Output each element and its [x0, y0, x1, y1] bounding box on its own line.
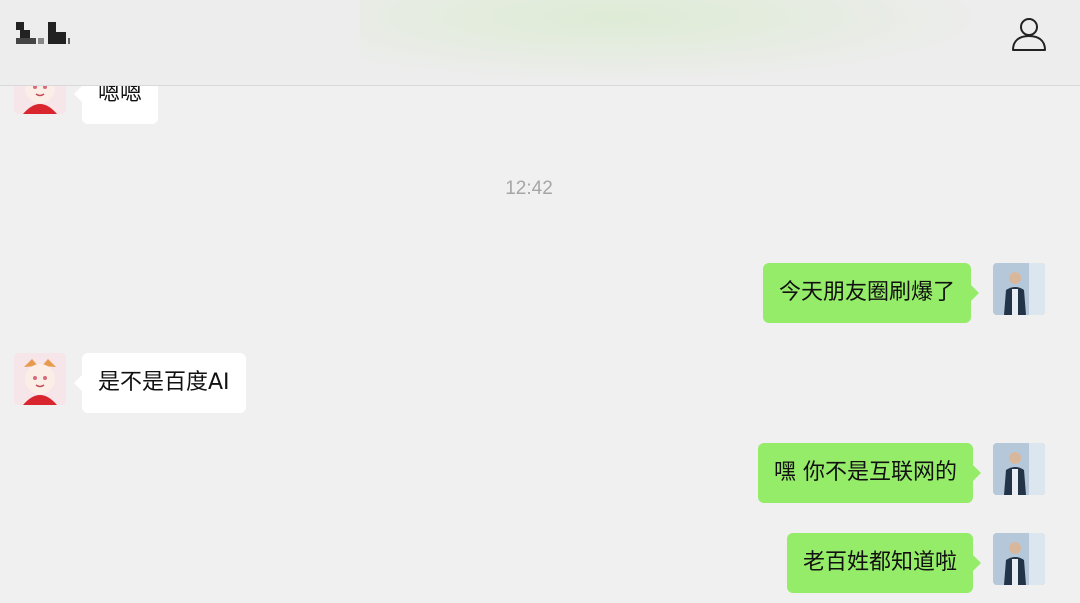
message-timestamp: 12:42	[505, 178, 553, 199]
cartoon-avatar-icon	[14, 86, 66, 114]
outgoing-message[interactable]: 今天朋友圈刷爆了	[763, 263, 980, 323]
person-icon	[1012, 18, 1046, 51]
my-avatar[interactable]	[993, 263, 1045, 315]
contact-profile-button[interactable]	[1010, 16, 1048, 52]
header-blurred-area	[360, 0, 1000, 84]
person-photo-avatar-icon	[993, 443, 1045, 495]
contact-avatar[interactable]	[14, 353, 66, 405]
incoming-message[interactable]: 嗯嗯	[73, 86, 159, 124]
incoming-message[interactable]: 是不是百度AI	[74, 353, 246, 413]
outgoing-message[interactable]: 老百姓都知道啦	[787, 533, 982, 593]
message-list[interactable]: 嗯嗯 12:42 今天朋友圈刷爆了 是不是百度AI 嘿 你不是互联网的 老百姓都…	[0, 86, 1080, 603]
contact-avatar[interactable]	[14, 86, 66, 114]
person-photo-avatar-icon	[993, 263, 1045, 315]
cartoon-avatar-icon	[14, 353, 66, 405]
chat-header	[0, 0, 1080, 86]
person-photo-avatar-icon	[993, 533, 1045, 585]
outgoing-message[interactable]: 嘿 你不是互联网的	[758, 443, 981, 503]
my-avatar[interactable]	[993, 443, 1045, 495]
chat-title-pixelated	[16, 20, 70, 46]
my-avatar[interactable]	[993, 533, 1045, 585]
